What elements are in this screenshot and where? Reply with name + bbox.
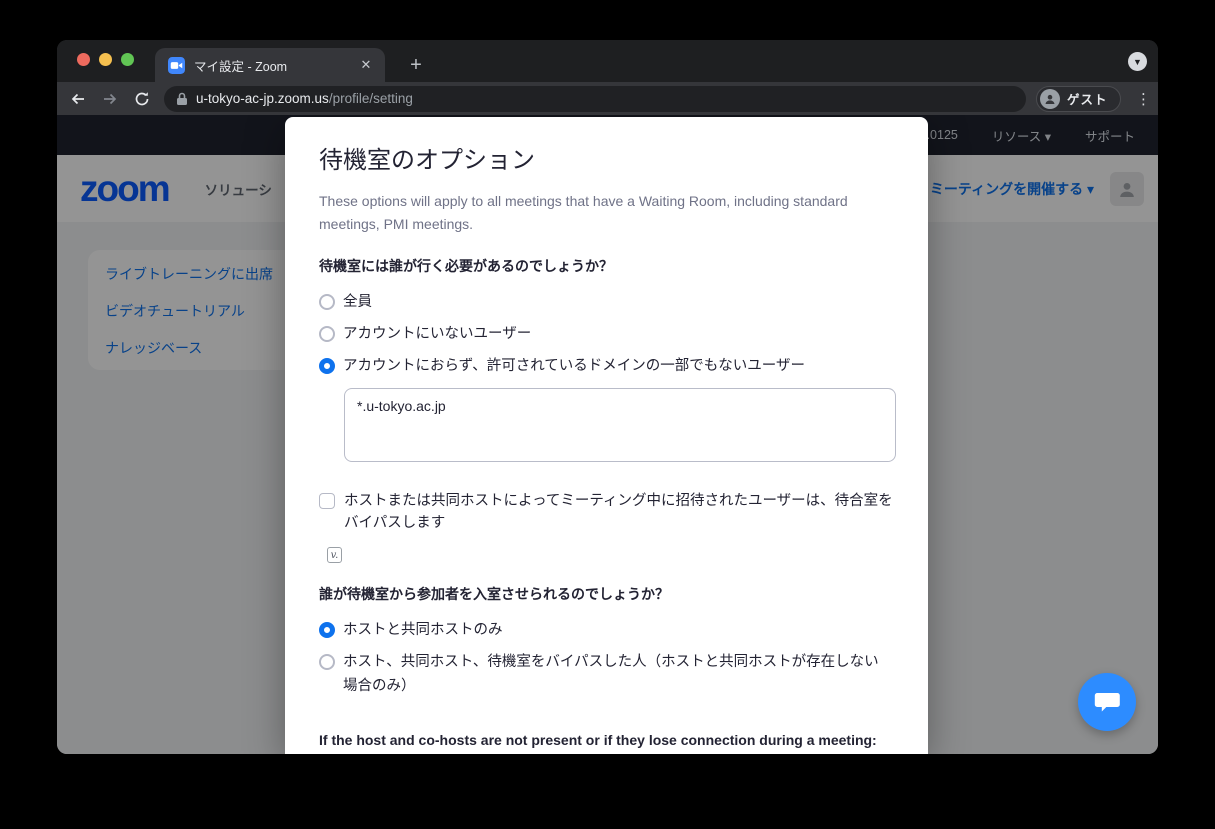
forward-arrow-icon	[102, 91, 118, 107]
waiting-room-options-modal: 待機室のオプション These options will apply to al…	[285, 117, 928, 754]
bypass-checkbox-row[interactable]: ホストまたは共同ホストによってミーティング中に招待されたユーザーは、待合室をバイ…	[319, 490, 896, 534]
allowed-domains-input[interactable]: *.u-tokyo.ac.jp	[344, 388, 896, 462]
q2-options: ホストと共同ホストのみ ホスト、共同ホスト、待機室をバイパスした人（ホストと共同…	[319, 614, 896, 702]
chat-support-button[interactable]	[1078, 673, 1136, 731]
modal-title: 待機室のオプション	[319, 144, 896, 178]
page-viewport: 88.799.0125 リソース ▾ サポート zoom ソリューシ ミーティン…	[57, 115, 1158, 754]
url-path: /profile/setting	[329, 91, 413, 106]
browser-toolbar: u-tokyo-ac-jp.zoom.us/profile/setting ゲス…	[57, 82, 1158, 115]
reload-button[interactable]	[130, 87, 154, 111]
radio-option-users-not-in-domains[interactable]: アカウントにおらず、許可されているドメインの一部でもないユーザー	[319, 350, 896, 382]
guest-avatar-icon	[1040, 89, 1060, 109]
new-tab-button[interactable]: +	[403, 52, 429, 78]
tab-title: マイ設定 - Zoom	[194, 56, 357, 75]
maximize-window-button[interactable]	[121, 53, 134, 66]
radio-option-everyone[interactable]: 全員	[319, 286, 896, 318]
radio-icon[interactable]	[319, 326, 335, 342]
checkbox-label: ホストまたは共同ホストによってミーティング中に招待されたユーザーは、待合室をバイ…	[344, 490, 896, 534]
radio-icon[interactable]	[319, 358, 335, 374]
url-host: u-tokyo-ac-jp.zoom.us	[196, 91, 329, 106]
q1-label: 待機室には誰が行く必要があるのでしょうか？	[319, 256, 896, 276]
zoom-favicon-icon	[168, 57, 185, 74]
browser-menu-icon[interactable]: ⋮	[1135, 90, 1153, 108]
radio-icon[interactable]	[319, 294, 335, 310]
modal-description: These options will apply to all meetings…	[319, 190, 864, 235]
radio-icon[interactable]	[319, 622, 335, 638]
back-arrow-icon	[70, 91, 86, 107]
checkbox-icon[interactable]	[319, 493, 335, 509]
radio-label: アカウントにおらず、許可されているドメインの一部でもないユーザー	[343, 354, 805, 378]
radio-label: 全員	[343, 290, 372, 314]
address-bar[interactable]: u-tokyo-ac-jp.zoom.us/profile/setting	[164, 86, 1026, 112]
profile-button[interactable]: ゲスト	[1036, 86, 1121, 112]
q1-options: 全員 アカウントにいないユーザー アカウントにおらず、許可されているドメインの一…	[319, 286, 896, 382]
guest-label: ゲスト	[1067, 89, 1108, 108]
radio-icon[interactable]	[319, 654, 335, 670]
broken-image-placeholder-icon: v.	[327, 547, 342, 563]
back-button[interactable]	[66, 87, 90, 111]
url-text: u-tokyo-ac-jp.zoom.us/profile/setting	[196, 91, 413, 106]
browser-window: マイ設定 - Zoom ✕ + ▼ u-tokyo-ac-jp.zoom.us/…	[57, 40, 1158, 754]
downloads-chevron-icon[interactable]: ▼	[1128, 52, 1147, 71]
radio-label: ホスト、共同ホスト、待機室をバイパスした人（ホストと共同ホストが存在しない場合の…	[343, 650, 893, 698]
forward-button[interactable]	[98, 87, 122, 111]
close-window-button[interactable]	[77, 53, 90, 66]
reload-icon	[134, 91, 150, 107]
lock-icon	[176, 92, 188, 106]
browser-tab[interactable]: マイ設定 - Zoom ✕	[155, 48, 385, 82]
q3-label: If the host and co-hosts are not present…	[319, 732, 896, 748]
tab-close-icon[interactable]: ✕	[357, 56, 375, 74]
tab-strip: マイ設定 - Zoom ✕ + ▼	[57, 40, 1158, 82]
radio-option-host-cohosts-bypassers[interactable]: ホスト、共同ホスト、待機室をバイパスした人（ホストと共同ホストが存在しない場合の…	[319, 646, 896, 702]
minimize-window-button[interactable]	[99, 53, 112, 66]
radio-label: アカウントにいないユーザー	[343, 322, 531, 346]
q2-label: 誰が待機室から参加者を入室させられるのでしょうか？	[319, 584, 896, 604]
window-controls	[77, 53, 134, 66]
radio-option-host-cohosts-only[interactable]: ホストと共同ホストのみ	[319, 614, 896, 646]
radio-option-users-not-in-account[interactable]: アカウントにいないユーザー	[319, 318, 896, 350]
radio-label: ホストと共同ホストのみ	[343, 618, 503, 642]
chat-bubble-icon	[1094, 690, 1120, 714]
